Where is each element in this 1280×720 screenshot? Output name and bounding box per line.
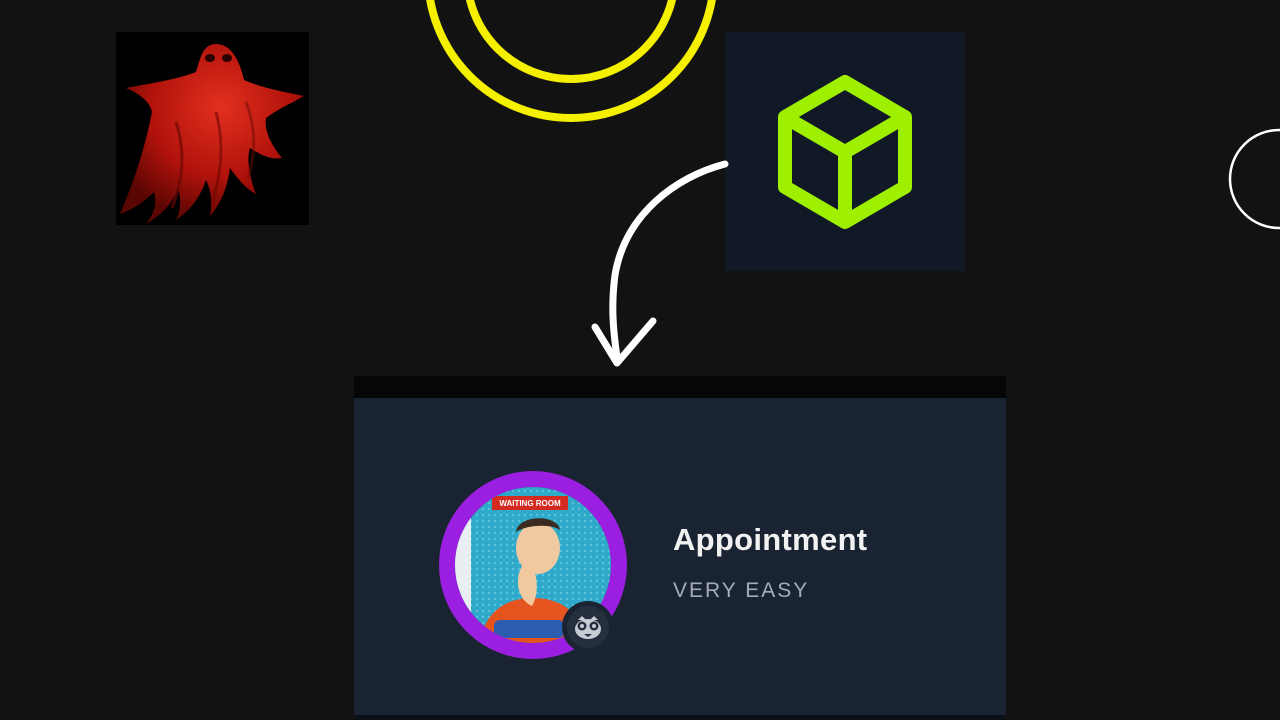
machine-avatar: WAITING ROOM (438, 470, 628, 660)
red-ghost-icon (120, 44, 304, 224)
machine-card[interactable]: WAITING ROOM Appointment VERY EASY (354, 376, 1006, 720)
curved-arrow-icon (591, 160, 729, 367)
card-bottom-bar (354, 715, 1006, 720)
cube-logo-tile (725, 32, 965, 271)
card-top-bar (354, 376, 1006, 398)
avatar-sign-text: WAITING ROOM (499, 499, 561, 508)
thumbnail-canvas: WAITING ROOM Appointment VERY EASY (0, 0, 1280, 720)
machine-name: Appointment (673, 522, 868, 557)
difficulty-label: VERY EASY (673, 579, 810, 602)
yellow-rings-icon (426, 0, 716, 122)
linux-penguin-icon (562, 601, 614, 653)
ghost-image (116, 32, 309, 225)
outline-circle-icon (1228, 128, 1280, 230)
green-cube-icon (778, 75, 912, 229)
